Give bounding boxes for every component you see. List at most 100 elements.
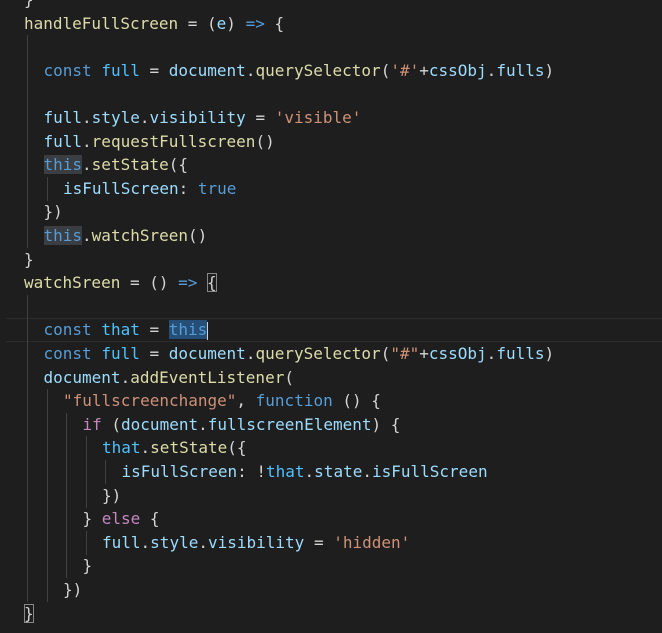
code-line[interactable] xyxy=(0,35,662,60)
indent-guide xyxy=(27,342,28,366)
code-text: full.style.visibility = 'visible' xyxy=(44,106,362,130)
code-line[interactable]: document.addEventListener( xyxy=(0,365,662,390)
code-token: querySelector xyxy=(255,60,381,80)
code-token: { xyxy=(264,13,285,33)
code-line[interactable]: "fullscreenchange", function () { xyxy=(0,389,662,414)
code-line[interactable]: handleFullScreen = (e) => { xyxy=(0,12,662,36)
code-text: isFullScreen: true xyxy=(63,177,236,201)
code-line[interactable] xyxy=(0,294,662,319)
code-line[interactable]: } xyxy=(0,602,662,626)
code-line[interactable]: full.style.visibility = 'hidden' xyxy=(0,530,662,555)
code-token: { xyxy=(140,509,160,529)
code-token: that xyxy=(266,462,305,481)
code-token: } xyxy=(24,0,34,9)
code-token: isFullScreen xyxy=(371,462,488,481)
code-token: const xyxy=(43,60,92,80)
indent-guide xyxy=(46,530,48,555)
code-token: . xyxy=(245,60,256,80)
indent-guide xyxy=(46,460,48,484)
code-text: this.watchSreen() xyxy=(43,224,207,248)
code-token: addEventListener xyxy=(130,367,285,387)
code-line[interactable]: }) xyxy=(0,200,662,225)
code-token: that xyxy=(102,438,141,458)
code-token: "#" xyxy=(390,344,420,363)
indent-guide xyxy=(27,412,28,437)
code-token: cssObj xyxy=(428,60,487,80)
code-token: . xyxy=(82,131,92,151)
code-token: cssObj xyxy=(428,344,487,363)
code-token: () { xyxy=(332,391,381,411)
code-token: const xyxy=(43,344,92,363)
indent-guide xyxy=(46,436,48,461)
code-text: const full = document.querySelector("#"+… xyxy=(44,342,555,366)
code-token: style xyxy=(91,108,140,127)
indent-guide xyxy=(27,578,28,602)
code-token: setState xyxy=(91,155,169,175)
code-token: . xyxy=(362,462,372,481)
indent-guide xyxy=(66,483,67,508)
code-token: = ( xyxy=(178,13,217,33)
code-token: document xyxy=(168,60,246,80)
code-text: } else { xyxy=(83,507,160,531)
code-line[interactable]: this.watchSreen() xyxy=(0,224,662,248)
code-token: handleFullScreen xyxy=(24,13,179,33)
code-line[interactable]: } else { xyxy=(0,507,662,532)
code-line[interactable]: const that = this xyxy=(0,318,662,343)
indent-guide xyxy=(27,82,28,107)
code-line[interactable]: const full = document.querySelector("#"+… xyxy=(0,342,662,366)
code-token: document xyxy=(43,367,121,387)
code-token: . xyxy=(140,438,151,458)
code-line[interactable]: } xyxy=(0,248,662,272)
code-line[interactable]: watchSreen = () => { xyxy=(0,271,662,295)
code-token: style xyxy=(150,532,199,552)
code-text: isFullScreen: !that.state.isFullScreen xyxy=(122,460,488,484)
code-line[interactable]: isFullScreen: true xyxy=(0,176,662,201)
indent-guide xyxy=(46,412,48,437)
code-token: state xyxy=(314,462,363,481)
text-cursor xyxy=(207,321,209,340)
code-line[interactable]: }) xyxy=(0,578,662,602)
code-text: }) xyxy=(44,200,63,224)
code-token: . xyxy=(198,532,208,552)
code-token: document xyxy=(121,414,199,434)
code-token: . xyxy=(486,344,497,363)
code-token: = xyxy=(139,320,169,340)
code-line[interactable]: full.requestFullscreen() xyxy=(0,129,662,154)
indent-guide xyxy=(27,129,28,154)
code-token: } xyxy=(82,556,93,576)
code-line[interactable]: that.setState({ xyxy=(0,436,662,461)
code-token: this xyxy=(43,226,83,245)
indent-guide xyxy=(27,460,28,484)
code-line[interactable]: isFullScreen: !that.state.isFullScreen xyxy=(0,460,662,484)
code-token: + xyxy=(419,344,429,363)
code-editor[interactable]: } handleFullScreen = (e) => { const full =… xyxy=(0,0,662,633)
indent-guide xyxy=(27,530,28,555)
code-token: watchSreen xyxy=(24,273,121,293)
code-line[interactable]: this.setState({ xyxy=(0,153,662,178)
code-text: if (document.fullscreenElement) { xyxy=(83,413,401,437)
code-line[interactable] xyxy=(0,82,662,107)
code-text: } xyxy=(24,248,34,272)
code-text: full.style.visibility = 'hidden' xyxy=(102,531,410,555)
code-token: + xyxy=(419,60,429,80)
code-line[interactable]: if (document.fullscreenElement) { xyxy=(0,412,662,437)
indent-guide xyxy=(27,224,28,248)
indent-guide xyxy=(85,483,87,508)
code-line[interactable]: full.style.visibility = 'visible' xyxy=(0,106,662,130)
indent-guide xyxy=(27,365,28,390)
code-token: isFullScreen xyxy=(121,462,238,481)
indent-guide xyxy=(27,153,28,178)
code-line[interactable]: } xyxy=(0,0,662,12)
code-line[interactable]: const full = document.querySelector('#'+… xyxy=(0,58,662,83)
code-token: }) xyxy=(63,580,83,599)
indent-guide xyxy=(85,436,87,461)
code-token: . xyxy=(82,155,92,175)
code-token: if xyxy=(82,414,102,434)
code-line[interactable]: } xyxy=(0,554,662,579)
code-line[interactable]: }) xyxy=(0,483,662,508)
code-token: requestFullscreen xyxy=(91,131,256,151)
code-token: => xyxy=(245,13,265,33)
indent-guide xyxy=(66,412,67,437)
code-token: 'visible' xyxy=(274,108,362,127)
